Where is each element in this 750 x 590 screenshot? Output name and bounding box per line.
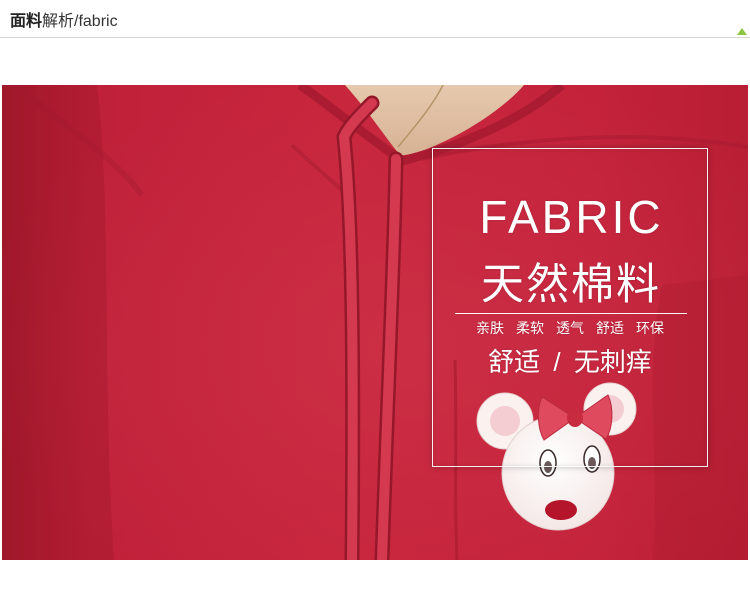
feature-item: 柔软 bbox=[516, 320, 544, 336]
triangle-icon bbox=[737, 28, 747, 35]
left-arm-shadow bbox=[2, 85, 114, 560]
fabric-info-box: FABRIC 天然棉料 亲肤 柔软 透气 舒适 环保 舒适 / 无刺痒 bbox=[432, 148, 708, 467]
feature-item: 舒适 bbox=[596, 320, 624, 336]
section-title-bold: 面料 bbox=[10, 13, 43, 30]
feature-item: 亲肤 bbox=[476, 320, 504, 336]
fabric-subheading: 天然棉料 bbox=[481, 261, 661, 309]
fabric-heading: FABRIC bbox=[479, 191, 664, 243]
feature-list: 亲肤 柔软 透气 舒适 环保 bbox=[433, 319, 707, 337]
overlay-divider bbox=[455, 313, 687, 314]
brooch-nose bbox=[545, 500, 577, 520]
section-title: 面料解析/fabric bbox=[10, 12, 118, 32]
fabric-tagline: 舒适 / 无刺痒 bbox=[488, 347, 652, 377]
feature-item: 透气 bbox=[556, 320, 584, 336]
fabric-detail-section: 面料解析/fabric FABRIC 天然棉料 亲肤 柔软 透气 舒适 环保 舒… bbox=[0, 0, 750, 590]
header-divider bbox=[0, 37, 750, 38]
feature-item: 环保 bbox=[636, 320, 664, 336]
section-title-rest: 解析/fabric bbox=[42, 13, 118, 30]
